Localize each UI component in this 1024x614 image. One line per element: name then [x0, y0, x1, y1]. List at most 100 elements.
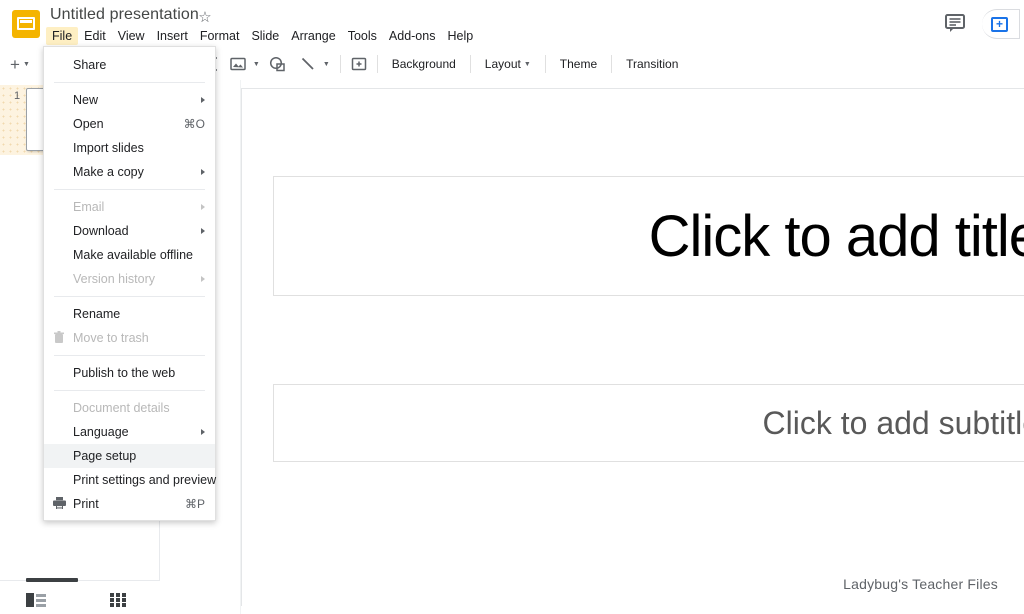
insert-shape-icon[interactable] — [266, 52, 290, 76]
file-menu-item-download[interactable]: Download — [44, 219, 215, 243]
top-bar: Untitled presentation ☆ File Edit View Inse… — [0, 0, 1024, 48]
submenu-arrow-icon — [201, 276, 205, 282]
insert-image-icon[interactable] — [226, 52, 250, 76]
printer-icon — [52, 496, 67, 511]
new-slide-button[interactable]: + ▼ — [10, 56, 30, 73]
file-menu-label: Print settings and preview — [73, 473, 217, 487]
chevron-down-icon[interactable]: ▼ — [23, 61, 30, 68]
file-menu-item-make-a-copy[interactable]: Make a copy — [44, 160, 215, 184]
layout-button[interactable]: Layout ▼ — [477, 52, 539, 76]
menu-divider — [54, 296, 205, 297]
menu-divider — [54, 390, 205, 391]
layout-label: Layout — [484, 57, 521, 71]
file-menu-label: Publish to the web — [73, 366, 176, 380]
menu-format[interactable]: Format — [194, 27, 246, 45]
title-placeholder[interactable]: Click to add title — [273, 176, 1024, 296]
file-menu-label: Download — [73, 224, 129, 238]
subtitle-placeholder[interactable]: Click to add subtitle — [273, 384, 1024, 462]
submenu-arrow-icon — [201, 429, 205, 435]
layout-chevron-down-icon: ▼ — [523, 60, 531, 68]
google-slides-logo — [12, 10, 40, 38]
file-menu-label: Version history — [73, 272, 155, 286]
submenu-arrow-icon — [201, 204, 205, 210]
file-menu-item-share[interactable]: Share — [44, 53, 215, 77]
file-menu-item-print[interactable]: Print ⌘P — [44, 492, 215, 516]
file-menu-label: Move to trash — [73, 331, 149, 345]
submenu-arrow-icon — [201, 97, 205, 103]
file-menu-item-open[interactable]: Open ⌘O — [44, 112, 215, 136]
submenu-arrow-icon — [201, 228, 205, 234]
file-menu-label: Email — [73, 200, 105, 214]
file-menu-label: Share — [73, 58, 107, 72]
file-dropdown-menu: Share New Open ⌘O Import slides Make a copy Em… — [43, 46, 216, 521]
background-button[interactable]: Background — [384, 52, 464, 76]
file-menu-label: Open — [73, 117, 104, 131]
menu-file[interactable]: File — [46, 27, 79, 45]
menu-help[interactable]: Help — [441, 27, 479, 45]
subtitle-placeholder-text: Click to add subtitle — [762, 404, 1024, 441]
menu-tools[interactable]: Tools — [342, 27, 383, 45]
toolbar-divider — [469, 55, 471, 73]
menu-insert[interactable]: Insert — [151, 27, 194, 45]
file-menu-shortcut: ⌘P — [184, 497, 205, 511]
menu-slide[interactable]: Slide — [245, 27, 285, 45]
bottom-bar — [0, 578, 160, 614]
grid-view-icon[interactable] — [110, 593, 126, 612]
document-title[interactable]: Untitled presentation — [50, 6, 199, 24]
toolbar-divider — [339, 55, 341, 73]
trash-icon — [52, 330, 67, 345]
file-menu-item-language[interactable]: Language — [44, 420, 215, 444]
insert-line-icon[interactable] — [296, 52, 320, 76]
file-menu-item-new[interactable]: New — [44, 88, 215, 112]
transition-button[interactable]: Transition — [618, 52, 686, 76]
file-menu-item-document-details: Document details — [44, 396, 215, 420]
filmstrip-view-icon[interactable] — [26, 593, 46, 612]
image-chevron-down-icon[interactable]: ▼ — [253, 61, 260, 68]
menu-add-ons[interactable]: Add-ons — [383, 27, 442, 45]
file-menu-item-import-slides[interactable]: Import slides — [44, 136, 215, 160]
file-menu-shortcut: ⌘O — [183, 117, 205, 131]
menu-edit[interactable]: Edit — [78, 27, 112, 45]
slide-editor-canvas: Click to add title Click to add subtitle… — [160, 80, 1024, 614]
file-menu-label: Print — [73, 497, 99, 511]
menu-view[interactable]: View — [112, 27, 151, 45]
notes-resize-handle[interactable] — [26, 578, 78, 582]
file-menu-item-print-settings-and-preview[interactable]: Print settings and preview — [44, 468, 217, 492]
watermark-text: Ladybug's Teacher Files — [843, 576, 998, 592]
toolbar-divider — [376, 55, 378, 73]
file-menu-label: Make a copy — [73, 165, 144, 179]
file-menu-item-page-setup[interactable]: Page setup — [44, 444, 215, 468]
file-menu-item-rename[interactable]: Rename — [44, 302, 215, 326]
file-menu-item-version-history: Version history — [44, 267, 215, 291]
google-slides-window: Untitled presentation ☆ File Edit View Inse… — [0, 0, 1024, 614]
title-placeholder-text: Click to add title — [648, 203, 1024, 269]
file-menu-label: Make available offline — [73, 248, 193, 262]
menu-divider — [54, 355, 205, 356]
file-menu-label: Page setup — [73, 449, 137, 463]
theme-button[interactable]: Theme — [552, 52, 605, 76]
line-chevron-down-icon[interactable]: ▼ — [323, 61, 330, 68]
file-menu-label: Import slides — [73, 141, 144, 155]
slide-number: 1 — [14, 90, 21, 102]
current-slide[interactable]: Click to add title Click to add subtitle… — [241, 88, 1024, 606]
present-share-button[interactable]: + — [982, 9, 1020, 39]
file-menu-item-publish-to-the-web[interactable]: Publish to the web — [44, 361, 215, 385]
file-menu-label: Language — [73, 425, 129, 439]
plus-icon: + — [10, 54, 20, 74]
submenu-arrow-icon — [201, 169, 205, 175]
file-menu-label: New — [73, 93, 99, 107]
menu-bar: File Edit View Insert Format Slide Arrange Tool… — [46, 27, 479, 45]
comment-icon[interactable] — [943, 12, 969, 36]
menu-divider — [54, 82, 205, 83]
menu-arrange[interactable]: Arrange — [285, 27, 341, 45]
file-menu-item-move-to-trash: Move to trash — [44, 326, 215, 350]
file-menu-label: Rename — [73, 307, 121, 321]
file-menu-item-make-available-offline[interactable]: Make available offline — [44, 243, 215, 267]
file-menu-label: Document details — [73, 401, 170, 415]
toolbar-divider — [544, 55, 546, 73]
menu-divider — [54, 189, 205, 190]
add-comment-icon[interactable] — [347, 52, 371, 76]
toolbar-divider — [611, 55, 613, 73]
star-icon[interactable]: ☆ — [196, 9, 214, 27]
file-menu-item-email: Email — [44, 195, 215, 219]
